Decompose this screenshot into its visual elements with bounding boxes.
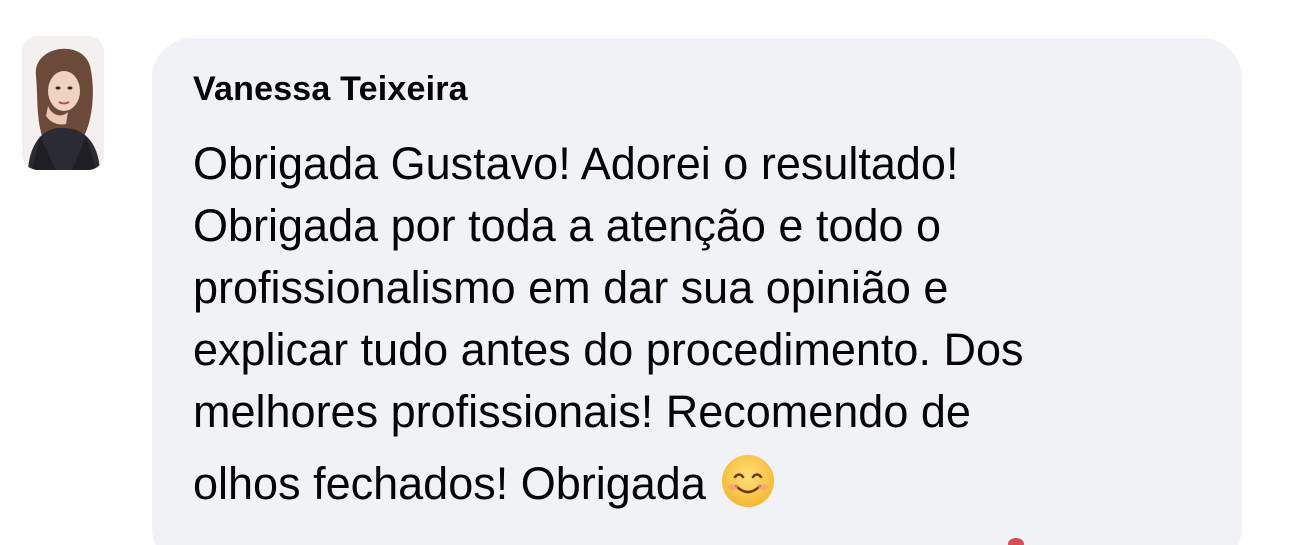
smiling-face-emoji-icon: [720, 453, 776, 509]
comment-line: explicar tudo antes do procedimento. Dos: [193, 324, 1024, 375]
comment-line: profissionalismo em dar sua opinião e: [193, 262, 949, 313]
comment-line: melhores profissionais! Recomendo de: [193, 386, 971, 437]
avatar[interactable]: [22, 36, 104, 170]
comment-line-text: olhos fechados! Obrigada: [193, 458, 706, 509]
comment: Vanessa Teixeira Obrigada Gustavo! Adore…: [0, 0, 1291, 545]
comment-line: Obrigada Gustavo! Adorei o resultado!: [193, 138, 959, 189]
comment-line: Obrigada por toda a atenção e todo o: [193, 200, 942, 251]
reaction-indicator: [1008, 538, 1024, 545]
comment-line-last: olhos fechados! Obrigada: [193, 453, 1233, 515]
author-name[interactable]: Vanessa Teixeira: [193, 70, 468, 109]
comment-text: Obrigada Gustavo! Adorei o resultado! Ob…: [193, 133, 1233, 515]
avatar-photo: [22, 36, 104, 170]
